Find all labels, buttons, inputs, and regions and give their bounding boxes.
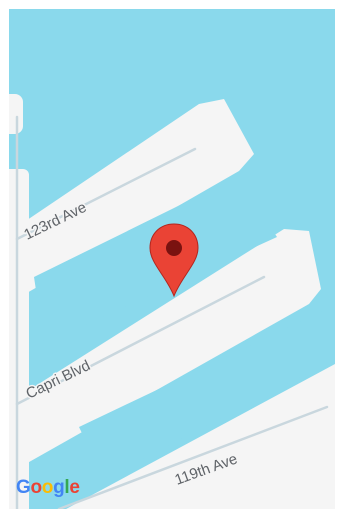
google-logo-letter: o — [30, 477, 42, 498]
map-frame: 123rd Ave Capri Blvd 119th Ave Google — [0, 0, 344, 518]
google-logo-letter: o — [41, 477, 54, 498]
google-logo-letter: g — [53, 477, 65, 498]
map-view[interactable]: 123rd Ave Capri Blvd 119th Ave — [9, 9, 335, 509]
map-canvas[interactable]: 123rd Ave Capri Blvd 119th Ave — [9, 9, 335, 509]
google-logo-letter: G — [16, 477, 31, 498]
google-logo-letter: e — [69, 477, 80, 498]
map-pin-dot — [166, 240, 182, 256]
google-logo[interactable]: Google — [16, 478, 80, 497]
